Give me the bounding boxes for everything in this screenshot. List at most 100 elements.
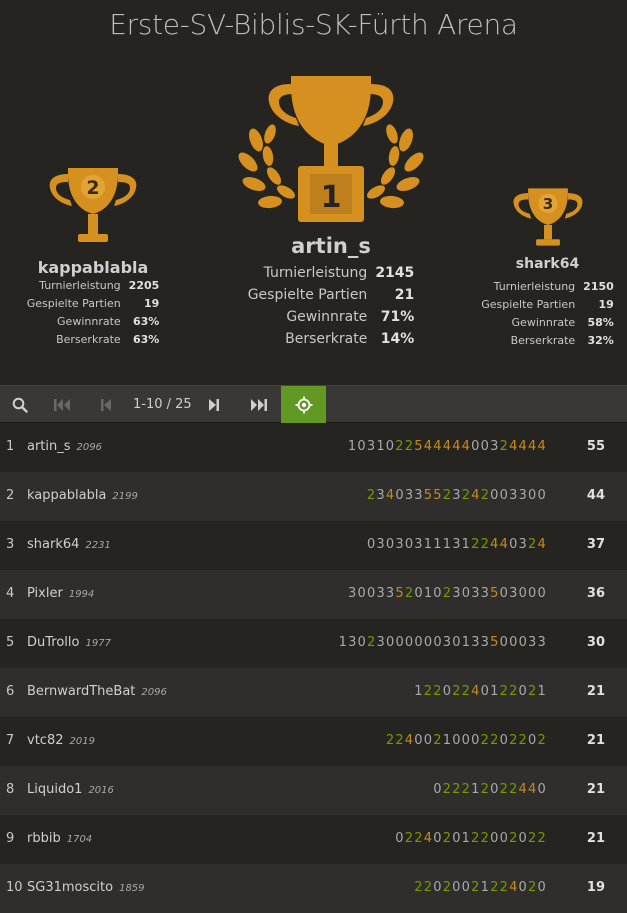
rank: 6 [6,684,15,699]
score-sheet: 022212022440 [433,782,547,797]
player-name[interactable]: rbbib 1704 [27,815,92,864]
podium-third-stats: Turnierleistung 2150 Gespielte Partien 19 … [481,280,614,347]
player-rating: 1859 [119,883,145,894]
player-rating: 2199 [112,491,138,502]
podium-third-name[interactable]: shark64 [470,256,625,272]
player-name-text[interactable]: vtc82 [27,733,63,748]
podium-second-stats: Turnierleistung 2205 Gespielte Partien 19 … [26,279,160,346]
score-sheet: 22400210002202202 [385,733,547,748]
player-name[interactable]: artin_s 2096 [27,423,102,472]
podium-second: 2 kappablabla Turnierleistung 2205 Gespie… [18,160,168,349]
last-page-button[interactable] [239,386,279,423]
table-row[interactable]: 1 artin_s 2096 103102254444400324444 55 [0,423,627,472]
table-row[interactable]: 6 BernwardTheBat 2096 12202240122021 21 [0,668,627,717]
player-name-text[interactable]: artin_s [27,439,71,454]
rank: 1 [6,439,15,454]
player-rating: 2096 [76,442,102,453]
podium-first: 1 artin_s Turnierleistung 2145 Gespielte … [236,70,426,350]
total-score: 19 [586,880,605,895]
player-name[interactable]: SG31moscito 1859 [27,864,145,913]
player-name-text[interactable]: kappablabla [27,488,106,503]
total-score: 21 [586,733,605,748]
table-row[interactable]: 4 Pixler 1994 300335201023033503000 36 [0,570,627,619]
table-row[interactable]: 5 DuTrollo 1977 1302300000030133500033 30 [0,619,627,668]
total-score: 21 [586,684,605,699]
rank: 5 [6,635,15,650]
player-name-text[interactable]: DuTrollo [27,635,79,650]
table-row[interactable]: 7 vtc82 2019 22400210002202202 21 [0,717,627,766]
score-sheet: 0224020122002022 [395,831,547,846]
prev-page-button[interactable] [86,386,126,423]
score-sheet: 22020021224020 [414,880,547,895]
player-name[interactable]: Liquido1 2016 [27,766,114,815]
podium-third: 3 shark64 Turnierleistung 2150 Gespielte … [470,182,625,350]
rank: 8 [6,782,15,797]
first-page-button[interactable] [42,386,82,423]
trophy-number: 1 [321,180,342,215]
total-score: 37 [586,537,605,552]
locate-me-button[interactable] [281,386,326,423]
score-sheet: 103102254444400324444 [347,439,547,454]
first-page-icon [54,398,70,411]
standings-table: 1 artin_s 2096 103102254444400324444 55 2 kapp… [0,423,627,913]
player-name-text[interactable]: Pixler [27,586,63,601]
trophy-icon: 1 [238,76,424,222]
player-name-text[interactable]: Liquido1 [27,782,82,797]
page-range: 1-10 / 25 [133,397,192,412]
total-score: 30 [586,635,605,650]
podium-first-name[interactable]: artin_s [236,234,426,258]
podium-second-name[interactable]: kappablabla [18,258,168,277]
score-sheet: 2340335523242003300 [366,488,547,503]
prev-page-icon [101,398,111,411]
table-row[interactable]: 8 Liquido1 2016 022212022440 21 [0,766,627,815]
locate-icon [295,396,312,413]
pagination-toolbar: 1-10 / 25 [0,385,627,423]
player-name-text[interactable]: SG31moscito [27,880,113,895]
rank: 7 [6,733,15,748]
total-score: 36 [586,586,605,601]
trophy-icon: 2 [49,168,137,242]
score-sheet: 12202240122021 [414,684,547,699]
player-name[interactable]: shark64 2231 [27,521,111,570]
player-name[interactable]: vtc82 2019 [27,717,95,766]
player-name[interactable]: Pixler 1994 [27,570,94,619]
total-score: 21 [586,831,605,846]
search-button[interactable] [0,386,40,423]
score-sheet: 1302300000030133500033 [338,635,547,650]
table-row[interactable]: 10 SG31moscito 1859 22020021224020 19 [0,864,627,913]
rank: 3 [6,537,15,552]
total-score: 21 [586,782,605,797]
search-icon [12,397,28,413]
score-sheet: 300335201023033503000 [348,586,547,601]
next-page-button[interactable] [194,386,234,423]
player-rating: 2016 [88,785,114,796]
player-rating: 1994 [68,589,95,600]
total-score: 44 [586,488,605,503]
table-row[interactable]: 9 rbbib 1704 0224020122002022 21 [0,815,627,864]
player-name-text[interactable]: rbbib [27,831,61,846]
total-score: 55 [586,439,605,454]
player-name[interactable]: kappablabla 2199 [27,472,138,521]
player-name[interactable]: BernwardTheBat 2096 [27,668,167,717]
player-name-text[interactable]: BernwardTheBat [27,684,135,699]
trophy-number: 3 [542,195,553,213]
next-page-icon [209,398,219,411]
table-row[interactable]: 3 shark64 2231 0303031113122440324 37 [0,521,627,570]
rank: 2 [6,488,15,503]
player-rating: 1977 [85,638,111,649]
score-sheet: 0303031113122440324 [366,537,547,552]
player-rating: 2231 [85,540,111,551]
trophy-icon: 3 [512,188,583,246]
trophy-number: 2 [86,177,99,199]
player-rating: 2019 [69,736,95,747]
player-rating: 2096 [141,687,167,698]
rank: 4 [6,586,15,601]
player-rating: 1704 [66,834,93,845]
rank: 9 [6,831,15,846]
table-row[interactable]: 2 kappablabla 2199 2340335523242003300 44 [0,472,627,521]
player-name[interactable]: DuTrollo 1977 [27,619,111,668]
page-title: Erste-SV-Biblis-SK-Fürth Arena [109,8,518,41]
rank: 10 [6,880,23,895]
player-name-text[interactable]: shark64 [27,537,79,552]
last-page-icon [251,398,267,411]
